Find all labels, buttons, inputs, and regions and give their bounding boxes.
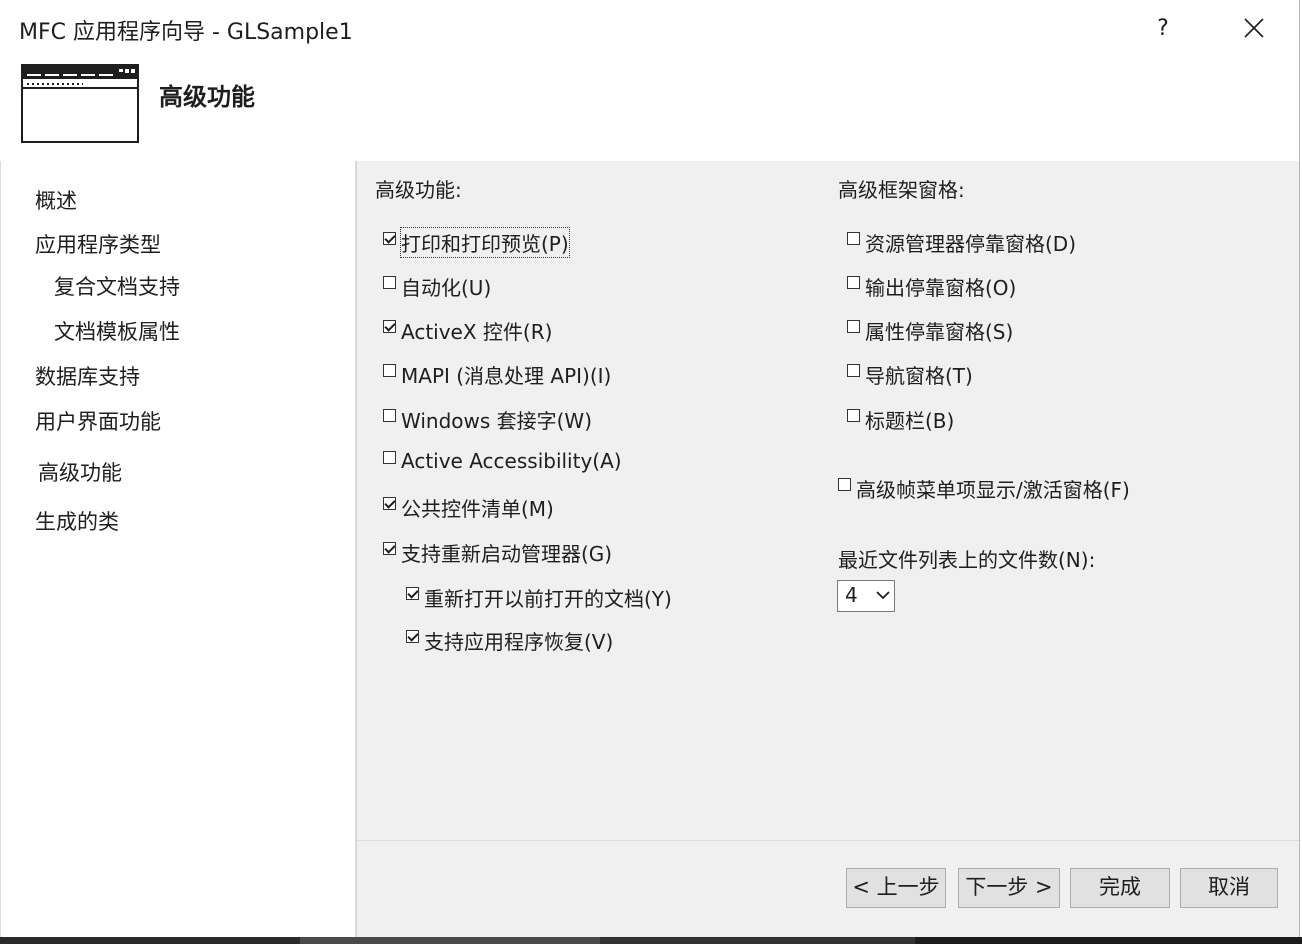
automation-option[interactable]: 自动化(U) xyxy=(383,272,491,301)
nav-item-compound-document[interactable]: 复合文档支持 xyxy=(54,271,180,301)
close-button[interactable] xyxy=(1236,12,1272,48)
caption-bar-label: 标题栏(B) xyxy=(865,409,955,433)
windows-sockets-label: Windows 套接字(W) xyxy=(401,409,593,433)
explorer-pane-label: 资源管理器停靠窗格(D) xyxy=(865,232,1077,256)
restart-manager-option[interactable]: 支持重新启动管理器(G) xyxy=(383,538,612,567)
advanced-frame-panes-label: 高级框架窗格: xyxy=(838,178,965,202)
windows-sockets-checkbox[interactable] xyxy=(383,409,396,422)
caption-bar-option[interactable]: 标题栏(B) xyxy=(847,405,954,434)
active-accessibility-label: Active Accessibility(A) xyxy=(401,449,622,473)
properties-pane-label: 属性停靠窗格(S) xyxy=(865,320,1014,344)
recent-files-value: 4 xyxy=(845,583,858,607)
wizard-navigation: 概述 应用程序类型 复合文档支持 文档模板属性 数据库支持 用户界面功能 高级功… xyxy=(0,161,355,937)
activex-label: ActiveX 控件(R) xyxy=(401,320,553,344)
mapi-option[interactable]: MAPI (消息处理 API)(I) xyxy=(383,360,611,389)
chevron-down-icon xyxy=(876,591,890,600)
output-pane-option[interactable]: 输出停靠窗格(O) xyxy=(847,272,1016,301)
automation-checkbox[interactable] xyxy=(383,276,396,289)
common-controls-label: 公共控件清单(M) xyxy=(401,497,554,521)
explorer-pane-checkbox[interactable] xyxy=(847,232,860,245)
frame-menu-checkbox[interactable] xyxy=(838,478,851,491)
nav-item-application-type[interactable]: 应用程序类型 xyxy=(35,229,161,259)
page-title: 高级功能 xyxy=(159,83,255,111)
nav-item-user-interface[interactable]: 用户界面功能 xyxy=(35,406,161,436)
restart-manager-checkbox[interactable] xyxy=(383,542,396,555)
previous-button[interactable]: < 上一步 xyxy=(846,868,946,908)
cancel-button[interactable]: 取消 xyxy=(1180,868,1278,908)
app-recovery-label: 支持应用程序恢复(V) xyxy=(424,630,614,654)
nav-item-document-template[interactable]: 文档模板属性 xyxy=(54,316,180,346)
activex-option[interactable]: ActiveX 控件(R) xyxy=(383,316,552,345)
background-window-strip xyxy=(0,937,1302,944)
wizard-dialog: MFC 应用程序向导 - GLSample1 ? 高级功能 概述 应用程序类型 … xyxy=(0,0,1300,937)
frame-menu-label: 高级帧菜单项显示/激活窗格(F) xyxy=(856,478,1130,502)
print-preview-checkbox[interactable] xyxy=(383,232,396,245)
help-button[interactable]: ? xyxy=(1148,12,1178,46)
advanced-features-label: 高级功能: xyxy=(375,178,462,202)
navigation-pane-checkbox[interactable] xyxy=(847,364,860,377)
frame-menu-option[interactable]: 高级帧菜单项显示/激活窗格(F) xyxy=(838,474,1130,503)
app-recovery-checkbox[interactable] xyxy=(406,630,419,643)
print-preview-label: 打印和打印预览(P) xyxy=(400,227,570,258)
finish-button[interactable]: 完成 xyxy=(1070,868,1170,908)
windows-sockets-option[interactable]: Windows 套接字(W) xyxy=(383,405,592,434)
mapi-checkbox[interactable] xyxy=(383,364,396,377)
footer-divider xyxy=(357,840,1299,841)
reopen-documents-checkbox[interactable] xyxy=(406,587,419,600)
mapi-label: MAPI (消息处理 API)(I) xyxy=(401,364,612,388)
automation-label: 自动化(U) xyxy=(401,276,492,300)
nav-item-overview[interactable]: 概述 xyxy=(35,185,77,215)
output-pane-checkbox[interactable] xyxy=(847,276,860,289)
restart-manager-label: 支持重新启动管理器(G) xyxy=(401,542,613,566)
app-recovery-option[interactable]: 支持应用程序恢复(V) xyxy=(406,626,613,655)
active-accessibility-checkbox[interactable] xyxy=(383,450,396,464)
nav-item-generated-classes[interactable]: 生成的类 xyxy=(35,506,119,536)
common-controls-option[interactable]: 公共控件清单(M) xyxy=(383,493,554,522)
active-accessibility-option[interactable]: Active Accessibility(A) xyxy=(383,449,622,473)
properties-pane-checkbox[interactable] xyxy=(847,320,860,333)
common-controls-checkbox[interactable] xyxy=(383,497,396,510)
properties-pane-option[interactable]: 属性停靠窗格(S) xyxy=(847,316,1013,345)
recent-files-select[interactable]: 4 xyxy=(837,580,895,612)
recent-files-label: 最近文件列表上的文件数(N): xyxy=(838,548,1096,572)
print-preview-option[interactable]: 打印和打印预览(P) xyxy=(383,227,570,258)
output-pane-label: 输出停靠窗格(O) xyxy=(865,276,1017,300)
reopen-documents-option[interactable]: 重新打开以前打开的文档(Y) xyxy=(406,583,672,612)
caption-bar-checkbox[interactable] xyxy=(847,409,860,422)
activex-checkbox[interactable] xyxy=(383,320,396,333)
explorer-pane-option[interactable]: 资源管理器停靠窗格(D) xyxy=(847,228,1076,257)
reopen-documents-label: 重新打开以前打开的文档(Y) xyxy=(424,587,672,611)
window-wizard-icon xyxy=(21,64,139,143)
navigation-pane-option[interactable]: 导航窗格(T) xyxy=(847,360,973,389)
navigation-pane-label: 导航窗格(T) xyxy=(865,364,973,388)
close-icon xyxy=(1244,18,1264,38)
nav-item-database-support[interactable]: 数据库支持 xyxy=(35,361,140,391)
nav-item-advanced-features[interactable]: 高级功能 xyxy=(38,457,122,487)
window-title: MFC 应用程序向导 - GLSample1 xyxy=(19,20,353,45)
next-button[interactable]: 下一步 > xyxy=(958,868,1060,908)
